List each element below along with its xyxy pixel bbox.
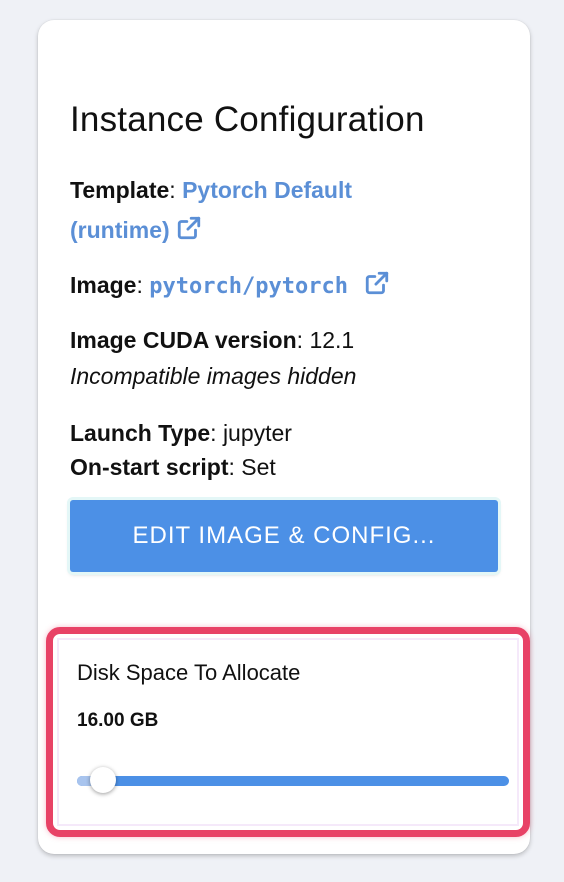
edit-image-config-button[interactable]: EDIT IMAGE & CONFIG...: [70, 500, 498, 572]
onstart-value: Set: [241, 454, 276, 480]
launch-row: Launch Type: jupyter On-start script: Se…: [70, 420, 292, 480]
instance-configuration-card: Instance Configuration Template: Pytorch…: [38, 20, 530, 854]
image-row: Image: pytorch/pytorch: [70, 265, 390, 307]
page-title: Instance Configuration: [70, 100, 425, 139]
external-link-icon[interactable]: [176, 215, 202, 241]
cuda-value: 12.1: [309, 327, 355, 353]
launch-type-label: Launch Type: [70, 420, 211, 446]
template-row: Template: Pytorch Default (runtime): [70, 177, 353, 243]
disk-space-slider[interactable]: [77, 767, 509, 793]
image-link[interactable]: pytorch/pytorch: [149, 274, 348, 299]
disk-space-section: Disk Space To Allocate 16.00 GB: [46, 627, 530, 837]
slider-track[interactable]: [77, 776, 509, 786]
disk-space-label: Disk Space To Allocate: [77, 660, 301, 685]
cuda-note: Incompatible images hidden: [70, 363, 357, 389]
launch-type-value: jupyter: [222, 420, 292, 446]
cuda-label: Image CUDA version: [70, 327, 297, 353]
slider-thumb[interactable]: [89, 767, 116, 793]
disk-space-value: 16.00 GB: [77, 710, 159, 731]
template-name-line1: Pytorch Default: [182, 177, 353, 203]
image-label: Image: [70, 272, 137, 298]
external-link-icon[interactable]: [364, 270, 390, 296]
disk-space-panel: Disk Space To Allocate 16.00 GB: [59, 640, 517, 824]
template-label: Template: [70, 177, 170, 203]
cuda-row: Image CUDA version: 12.1 Incompatible im…: [70, 327, 357, 389]
template-name-line2: (runtime): [70, 217, 170, 243]
onstart-label: On-start script: [70, 454, 229, 480]
